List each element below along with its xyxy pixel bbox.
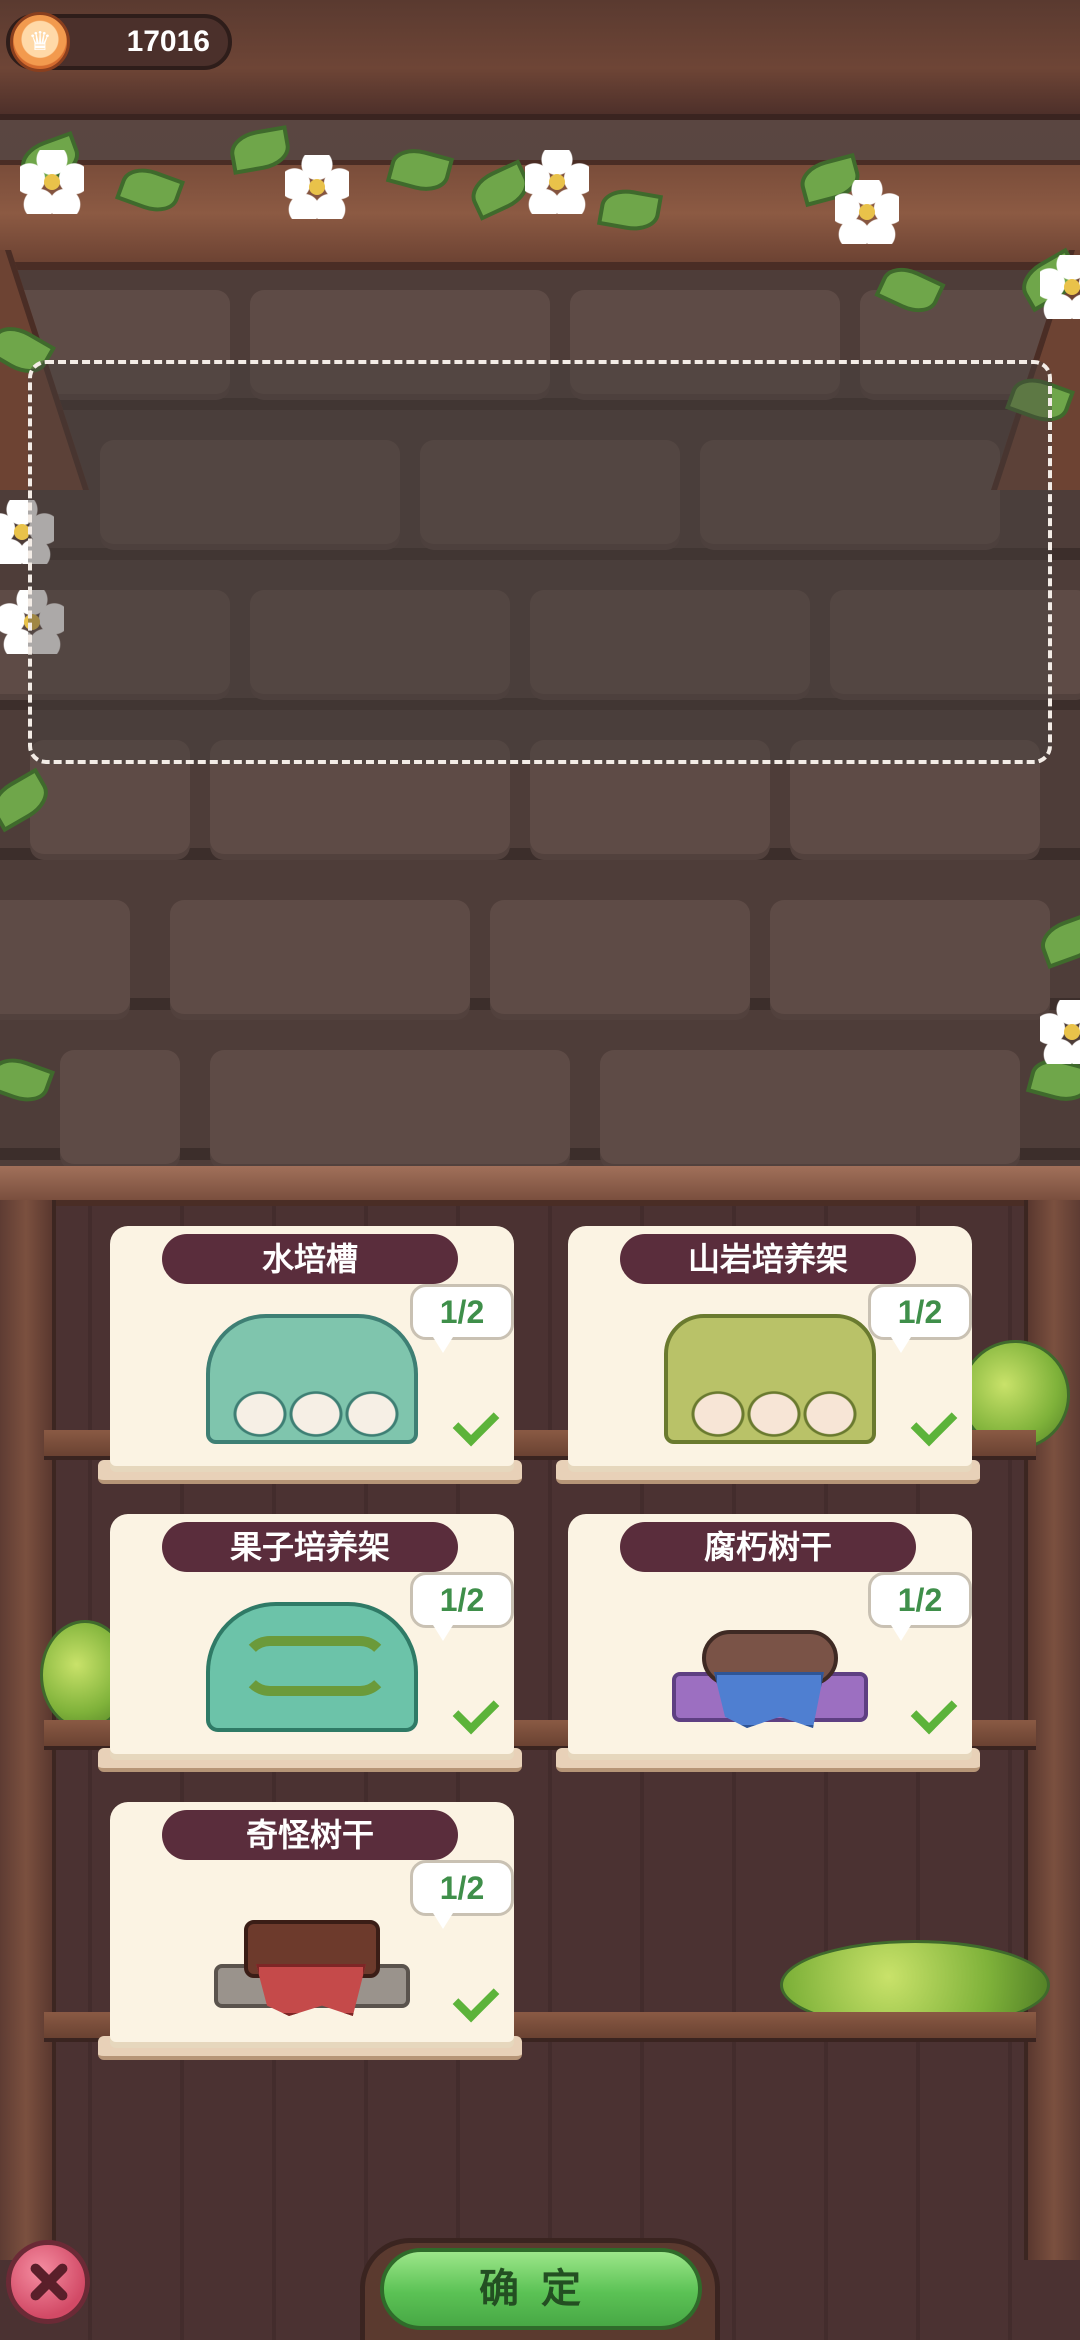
- item-name: 果子培养架: [162, 1522, 458, 1572]
- strange-trunk-icon: [206, 1890, 418, 2020]
- close-button[interactable]: [6, 2240, 90, 2324]
- item-count-badge: 1/2: [868, 1284, 972, 1353]
- item-name: 奇怪树干: [162, 1810, 458, 1860]
- checkmark-icon: [452, 1399, 500, 1447]
- fruit-culture-rack-icon: [206, 1602, 418, 1732]
- item-count-badge: 1/2: [410, 1860, 514, 1929]
- currency-value: 17016: [126, 25, 210, 58]
- flower-icon: [525, 150, 589, 214]
- item-count-badge: 1/2: [868, 1572, 972, 1641]
- flower-icon: [835, 180, 899, 244]
- item-name: 山岩培养架: [620, 1234, 916, 1284]
- checkmark-icon: [910, 1687, 958, 1735]
- flower-icon: [285, 155, 349, 219]
- checkmark-icon: [910, 1399, 958, 1447]
- flower-icon: [20, 150, 84, 214]
- hydroponic-tank-icon: [206, 1314, 418, 1444]
- item-count-badge: 1/2: [410, 1284, 514, 1353]
- rotten-trunk-icon: [664, 1602, 876, 1732]
- crown-coin-icon: ♛: [10, 12, 70, 72]
- item-card-fruit-culture-rack[interactable]: 果子培养架 1/2: [110, 1514, 514, 1754]
- item-card-rock-culture-rack[interactable]: 山岩培养架 1/2: [568, 1226, 972, 1466]
- item-count-badge: 1/2: [410, 1572, 514, 1641]
- rock-culture-rack-icon: [664, 1314, 876, 1444]
- close-icon: [26, 2260, 70, 2304]
- placement-area[interactable]: [28, 360, 1052, 764]
- item-card-rotten-trunk[interactable]: 腐朽树干 1/2: [568, 1514, 972, 1754]
- shelf-panel-top: [0, 1166, 1080, 1206]
- confirm-button[interactable]: 确定: [380, 2248, 702, 2330]
- flower-icon: [1040, 255, 1080, 319]
- item-card-hydroponic-tank[interactable]: 水培槽 1/2: [110, 1226, 514, 1466]
- flower-icon: [1040, 1000, 1080, 1064]
- checkmark-icon: [452, 1975, 500, 2023]
- item-name: 水培槽: [162, 1234, 458, 1284]
- checkmark-icon: [452, 1687, 500, 1735]
- item-card-strange-trunk[interactable]: 奇怪树干 1/2: [110, 1802, 514, 2042]
- item-name: 腐朽树干: [620, 1522, 916, 1572]
